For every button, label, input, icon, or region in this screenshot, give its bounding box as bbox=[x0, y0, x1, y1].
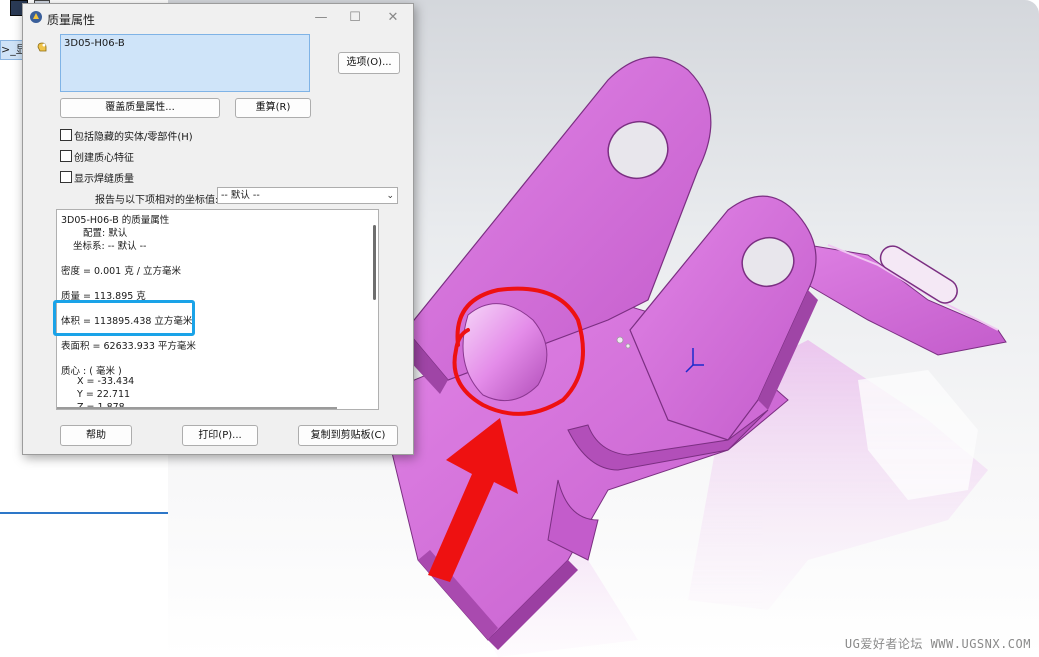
dialog-title: 质量属性 bbox=[47, 13, 96, 27]
create-com-checkbox[interactable] bbox=[60, 150, 72, 162]
include-hidden-checkbox[interactable] bbox=[60, 129, 72, 141]
result-surface-area: 表面积 = 62633.933 平方毫米 bbox=[61, 341, 196, 352]
coordinate-system-value: -- 默认 -- bbox=[221, 190, 260, 201]
result-com-y: Y = 22.711 bbox=[77, 389, 131, 400]
maximize-button[interactable]: ☐ bbox=[341, 8, 369, 28]
result-com-x: X = -33.434 bbox=[77, 376, 135, 387]
minimize-button[interactable]: — bbox=[307, 8, 335, 28]
coordinate-system-label: 报告与以下项相对的坐标值: bbox=[95, 195, 219, 206]
options-button[interactable]: 选项(O)... bbox=[338, 52, 400, 74]
volume-highlight-box bbox=[53, 300, 195, 336]
chevron-down-icon: ⌄ bbox=[386, 191, 394, 201]
selection-hand-icon[interactable] bbox=[35, 40, 49, 54]
show-weld-mass-label: 显示焊缝质量 bbox=[74, 174, 134, 185]
recalculate-button[interactable]: 重算(R) bbox=[235, 98, 311, 118]
close-button[interactable]: ✕ bbox=[379, 8, 407, 28]
mass-properties-dialog: 质量属性 — ☐ ✕ 3D05-H06-B 选项(O)... 覆盖质量属性...… bbox=[22, 3, 414, 455]
print-button[interactable]: 打印(P)... bbox=[182, 425, 258, 446]
include-hidden-label: 包括隐藏的实体/零部件(H) bbox=[74, 132, 193, 143]
result-density: 密度 = 0.001 克 / 立方毫米 bbox=[61, 266, 181, 277]
tree-item-selected[interactable]: >_显 bbox=[0, 40, 24, 60]
copy-to-clipboard-button[interactable]: 复制到剪贴板(C) bbox=[298, 425, 398, 446]
selected-items-list[interactable]: 3D05-H06-B bbox=[60, 34, 310, 92]
vertical-scrollbar[interactable] bbox=[373, 225, 376, 300]
result-title: 3D05-H06-B 的质量属性 bbox=[61, 215, 170, 226]
coordinate-system-select[interactable]: -- 默认 -- ⌄ bbox=[217, 187, 398, 204]
mass-properties-icon bbox=[30, 11, 42, 23]
show-weld-mass-checkbox[interactable] bbox=[60, 171, 72, 183]
panel-divider bbox=[0, 512, 168, 514]
create-com-label: 创建质心特征 bbox=[74, 153, 134, 164]
horizontal-scrollbar[interactable] bbox=[57, 407, 337, 409]
dialog-titlebar[interactable]: 质量属性 — ☐ ✕ bbox=[23, 4, 413, 32]
help-button[interactable]: 帮助 bbox=[60, 425, 132, 446]
selected-item[interactable]: 3D05-H06-B bbox=[64, 38, 309, 49]
override-mass-properties-button[interactable]: 覆盖质量属性... bbox=[60, 98, 220, 118]
result-config: 配置: 默认 bbox=[83, 228, 128, 239]
result-com-title: 质心 : ( 毫米 ) bbox=[61, 366, 122, 377]
result-coord-system: 坐标系: -- 默认 -- bbox=[73, 241, 147, 252]
watermark: UG爱好者论坛 WWW.UGSNX.COM bbox=[844, 637, 1031, 651]
